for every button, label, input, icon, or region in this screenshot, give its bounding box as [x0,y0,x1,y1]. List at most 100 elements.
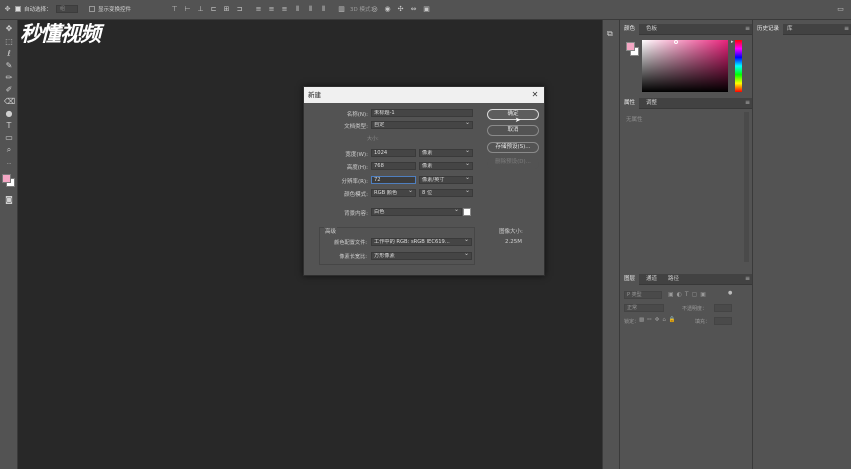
lasso-icon[interactable]: ℓ [4,49,14,59]
resolution-input[interactable]: 72 [371,176,416,184]
lock-label: 锁定： [624,319,640,325]
brush-icon[interactable]: ✏ [4,73,14,83]
lock-icons[interactable]: ▩✏✥⌂🔒 [639,317,679,323]
shape-icon[interactable]: ▭ [4,133,14,143]
close-icon[interactable]: ✕ [530,87,540,103]
preset-dropdown[interactable]: 自定 [371,121,473,129]
opacity-input[interactable] [714,304,732,312]
width-label: 宽度(W): [345,152,368,158]
tab-layers[interactable]: 图层 [620,274,640,285]
height-unit-dropdown[interactable]: 像素 [419,162,473,170]
distribute-left-icon[interactable]: ⦀ [293,5,302,14]
eraser-icon[interactable]: ⌫ [4,97,15,107]
options-bar: ✥ 自动选择： 组 显示变换控件 ⊤ ⊢ ⊥ ⊏ ⊞ ⊐ ≡ ≡ ≡ ⦀ ⦀ ⦀… [0,0,851,20]
panel-menu-icon[interactable]: ≡ [745,99,750,106]
align-bottom-icon[interactable]: ⊥ [196,5,205,14]
pixel-aspect-dropdown[interactable]: 方形像素 [371,252,472,260]
tab-channels[interactable]: 通道 [642,274,661,285]
color-fg-swatch[interactable] [626,42,635,51]
distribute-bottom-icon[interactable]: ≡ [280,5,289,14]
panel-menu-icon[interactable]: ≡ [745,275,750,282]
zoom-icon[interactable]: ⌕ [4,145,14,155]
save-preset-button[interactable]: 存储预设(S)... [487,142,539,153]
width-input[interactable]: 1024 [371,149,416,157]
width-unit-dropdown[interactable]: 像素 [419,149,473,157]
workspace-icon[interactable]: ▭ [836,5,845,14]
tab-color[interactable]: 颜色 [620,24,640,35]
type-icon[interactable]: T [4,121,14,131]
delete-preset-button: 删除预设(D)... [487,158,539,169]
properties-scrollbar[interactable] [744,112,749,262]
color-profile-dropdown[interactable]: 工作中的 RGB: sRGB IEC619... [371,238,472,246]
fill-input[interactable] [714,317,732,325]
color-field[interactable] [642,40,728,92]
panel-menu-icon[interactable]: ≡ [745,25,750,32]
dodge-icon[interactable]: ● [4,109,14,119]
history-panel-icon[interactable]: ⧉ [607,29,613,39]
align-left-icon[interactable]: ⊏ [209,5,218,14]
height-input[interactable]: 768 [371,162,416,170]
opacity-label: 不透明度： [682,306,708,312]
cancel-button[interactable]: 取消 [487,125,539,136]
layer-filter-icons[interactable]: ▣◐T▢▣ [668,291,709,298]
panel-menu-icon[interactable]: ≡ [844,25,849,32]
marquee-icon[interactable]: ⬚ [4,37,14,47]
distribute-right-icon[interactable]: ⦀ [319,5,328,14]
auto-select-label: 自动选择： [24,7,52,13]
color-picker-cursor[interactable] [674,40,678,44]
ok-button[interactable]: 确定 [487,109,539,120]
resolution-unit-dropdown[interactable]: 像素/英寸 [419,176,473,184]
distribute-hcenter-icon[interactable]: ⦀ [306,5,315,14]
blend-mode-dropdown[interactable]: 正常 [624,304,664,312]
auto-align-icon[interactable]: ▥ [337,5,346,14]
hue-slider[interactable] [735,40,742,92]
right-panels: 颜色 色板 ≡ ▸ 属性 调整 ≡ 无属性 图层 通道 路径 ≡ P 类型 ▣◐… [619,20,753,469]
drag-3d-icon[interactable]: ✣ [396,5,405,14]
layer-filter-kind[interactable]: P 类型 [624,291,662,299]
auto-select-checkbox[interactable] [15,6,21,12]
distribute-top-icon[interactable]: ≡ [254,5,263,14]
dialog-title-bar: 新建 ✕ [304,87,544,103]
show-transform-checkbox[interactable] [89,6,95,12]
bit-depth-dropdown[interactable]: 8 位 [419,189,473,197]
distribute-vcenter-icon[interactable]: ≡ [267,5,276,14]
tab-libraries[interactable]: 库 [783,24,797,35]
layers-panel-tabs: 图层 通道 路径 ≡ [620,274,753,285]
tab-paths[interactable]: 路径 [664,274,683,285]
background-dropdown[interactable]: 白色 [371,208,462,216]
preset-label: 文档类型: [344,124,368,130]
background-color-swatch[interactable] [463,208,471,216]
healing-brush-icon[interactable]: ✐ [4,85,14,95]
name-input[interactable]: 未标题-1 [371,109,473,117]
quick-select-icon[interactable]: ✎ [4,61,14,71]
properties-panel-tabs: 属性 调整 ≡ [620,98,753,109]
quick-mask-icon[interactable]: ◙ [4,195,14,205]
more-tools-icon[interactable]: ··· [4,159,14,169]
hue-slider-handle[interactable]: ▸ [731,39,734,45]
align-top-icon[interactable]: ⊤ [170,5,179,14]
auto-select-dropdown[interactable]: 组 [56,5,78,13]
tab-swatches[interactable]: 色板 [642,24,661,35]
tab-adjustments[interactable]: 调整 [642,98,661,109]
orbit-3d-icon[interactable]: ◎ [370,5,379,14]
advanced-group: 高级 颜色配置文件: 工作中的 RGB: sRGB IEC619... 像素长宽… [319,227,475,265]
align-hcenter-icon[interactable]: ⊞ [222,5,231,14]
tab-history[interactable]: 历史记录 [753,24,784,35]
roll-3d-icon[interactable]: ◉ [383,5,392,14]
move-icon[interactable]: ✥ [4,24,14,34]
tab-properties[interactable]: 属性 [620,98,640,109]
color-mode-dropdown[interactable]: RGB 颜色 [371,189,416,197]
tools-panel: ✥ ⬚ ℓ ✎ ✏ ✐ ⌫ ● T ▭ ⌕ ··· ◙ [0,20,18,469]
move-tool-icon[interactable]: ✥ [3,5,12,14]
show-transform-label: 显示变换控件 [98,7,132,13]
filter-toggle-icon[interactable]: ● [728,290,732,296]
mouse-cursor-icon: ➤ [515,116,521,124]
align-vcenter-icon[interactable]: ⊢ [183,5,192,14]
watermark-logo: 秒懂视频 [20,22,101,46]
slide-3d-icon[interactable]: ⇔ [409,5,418,14]
scale-3d-icon[interactable]: ▣ [422,5,431,14]
image-size-label: 图像大小: [499,229,523,235]
foreground-color-swatch[interactable] [2,174,11,183]
advanced-label: 高级 [324,227,338,235]
align-right-icon[interactable]: ⊐ [235,5,244,14]
